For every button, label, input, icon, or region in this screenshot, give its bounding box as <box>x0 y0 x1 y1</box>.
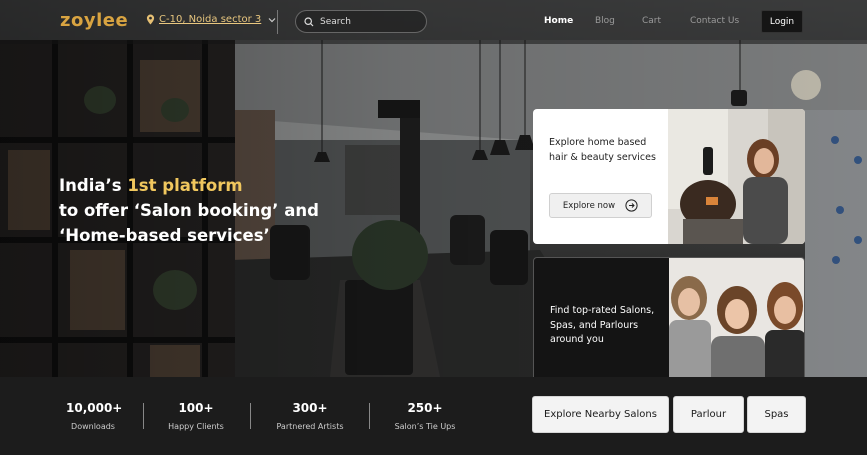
headline-line-1-prefix: India’s <box>59 176 128 195</box>
stat-value: 300+ <box>292 401 328 415</box>
login-button[interactable]: Login <box>761 10 803 33</box>
stat-divider <box>369 403 370 429</box>
explore-now-button[interactable]: Explore now <box>549 193 652 218</box>
nav-link-home[interactable]: Home <box>544 16 573 26</box>
stat-value: 100+ <box>178 401 214 415</box>
search-icon <box>304 16 314 26</box>
stat-downloads: 10,000+ Downloads <box>66 401 123 431</box>
headline-highlight: 1st platform <box>127 176 243 195</box>
explore-nearby-salons-button[interactable]: Explore Nearby Salons <box>532 396 669 433</box>
stat-divider <box>143 403 144 429</box>
headline-line-3: ‘Home-based services’ <box>59 226 270 245</box>
brand-logo[interactable]: zoylee <box>60 10 128 31</box>
explore-now-label: Explore now <box>562 200 616 211</box>
salons-card-title: Find top-rated Salons, Spas, and Parlour… <box>550 305 655 345</box>
stat-happy-clients: 100+ Happy Clients <box>164 401 228 431</box>
headline-line-1: India’s 1st platform <box>59 173 359 198</box>
stat-label: Salon’s Tie Ups <box>394 422 456 431</box>
pin-icon <box>146 14 155 25</box>
chevron-down-icon <box>268 17 276 22</box>
nav-link-contact-us[interactable]: Contact Us <box>690 16 739 26</box>
nav-link-cart[interactable]: Cart <box>642 16 661 26</box>
location-selector[interactable]: C-10, Noida sector 3 <box>146 14 276 25</box>
search-input[interactable] <box>320 16 420 27</box>
hero-headline: India’s 1st platform to offer ‘Salon boo… <box>59 173 359 248</box>
hairstylist-photo <box>668 109 805 244</box>
headline-line-2: to offer ‘Salon booking’ and <box>59 201 319 220</box>
stat-divider <box>250 403 251 429</box>
home-services-card[interactable]: Explore home based hair & beauty service… <box>533 109 805 244</box>
stat-partnered-artists: 300+ Partnered Artists <box>272 401 348 431</box>
parlour-button[interactable]: Parlour <box>673 396 744 433</box>
nav-link-blog[interactable]: Blog <box>595 16 615 26</box>
stat-label: Happy Clients <box>168 422 224 431</box>
spas-button[interactable]: Spas <box>747 396 806 433</box>
stat-label: Downloads <box>71 422 115 431</box>
stylists-group-photo <box>669 258 804 391</box>
search-bar[interactable] <box>295 10 427 33</box>
stat-value: 10,000+ <box>66 401 123 415</box>
location-text: C-10, Noida sector 3 <box>159 14 262 25</box>
nav-divider <box>277 10 278 34</box>
salons-card[interactable]: Find top-rated Salons, Spas, and Parlour… <box>533 257 805 392</box>
stat-salon-tie-ups: 250+ Salon’s Tie Ups <box>391 401 459 431</box>
arrow-right-circle-icon <box>625 199 638 212</box>
top-navbar: zoylee C-10, Noida sector 3 Home Blog Ca… <box>0 0 867 44</box>
stat-label: Partnered Artists <box>276 422 344 431</box>
home-services-title: Explore home based hair & beauty service… <box>549 137 656 163</box>
stat-value: 250+ <box>407 401 443 415</box>
